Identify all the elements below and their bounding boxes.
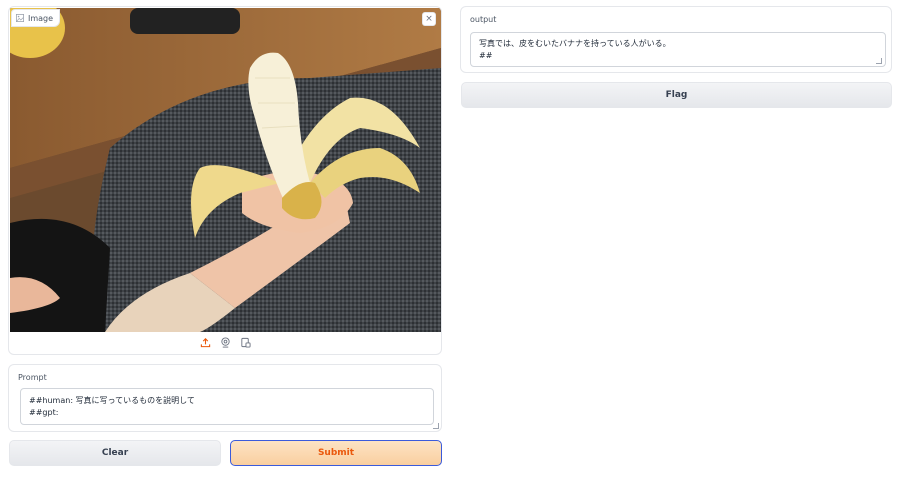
uploaded-photo — [10, 8, 441, 332]
webcam-icon[interactable] — [220, 337, 231, 348]
clipboard-icon[interactable] — [240, 337, 251, 348]
gradio-app: Image × Prompt ##human: 写真に写っているものを説明して … — [0, 0, 900, 479]
image-input-block: Image × — [8, 6, 442, 355]
output-resize-handle[interactable] — [876, 58, 882, 64]
image-label-text: Image — [28, 13, 54, 23]
output-textarea[interactable]: 写真では、皮をむいたバナナを持っている人がいる。 ## — [470, 32, 886, 67]
upload-icon[interactable] — [200, 337, 211, 348]
flag-button[interactable]: Flag — [461, 82, 892, 108]
close-icon: × — [425, 14, 433, 24]
clear-button[interactable]: Clear — [9, 440, 221, 466]
image-input-label: Image — [11, 9, 61, 27]
image-icon — [16, 14, 24, 22]
prompt-label: Prompt — [18, 373, 47, 382]
output-label: output — [470, 15, 497, 24]
clear-image-button[interactable]: × — [422, 12, 436, 26]
prompt-block: Prompt ##human: 写真に写っているものを説明して ##gpt: — [8, 364, 442, 432]
image-source-toolbar — [9, 331, 441, 354]
banana-photo-illustration — [10, 8, 441, 332]
prompt-resize-handle[interactable] — [433, 423, 439, 429]
output-block: output 写真では、皮をむいたバナナを持っている人がいる。 ## — [460, 6, 892, 73]
prompt-textarea[interactable]: ##human: 写真に写っているものを説明して ##gpt: — [20, 388, 434, 425]
submit-button[interactable]: Submit — [230, 440, 442, 466]
